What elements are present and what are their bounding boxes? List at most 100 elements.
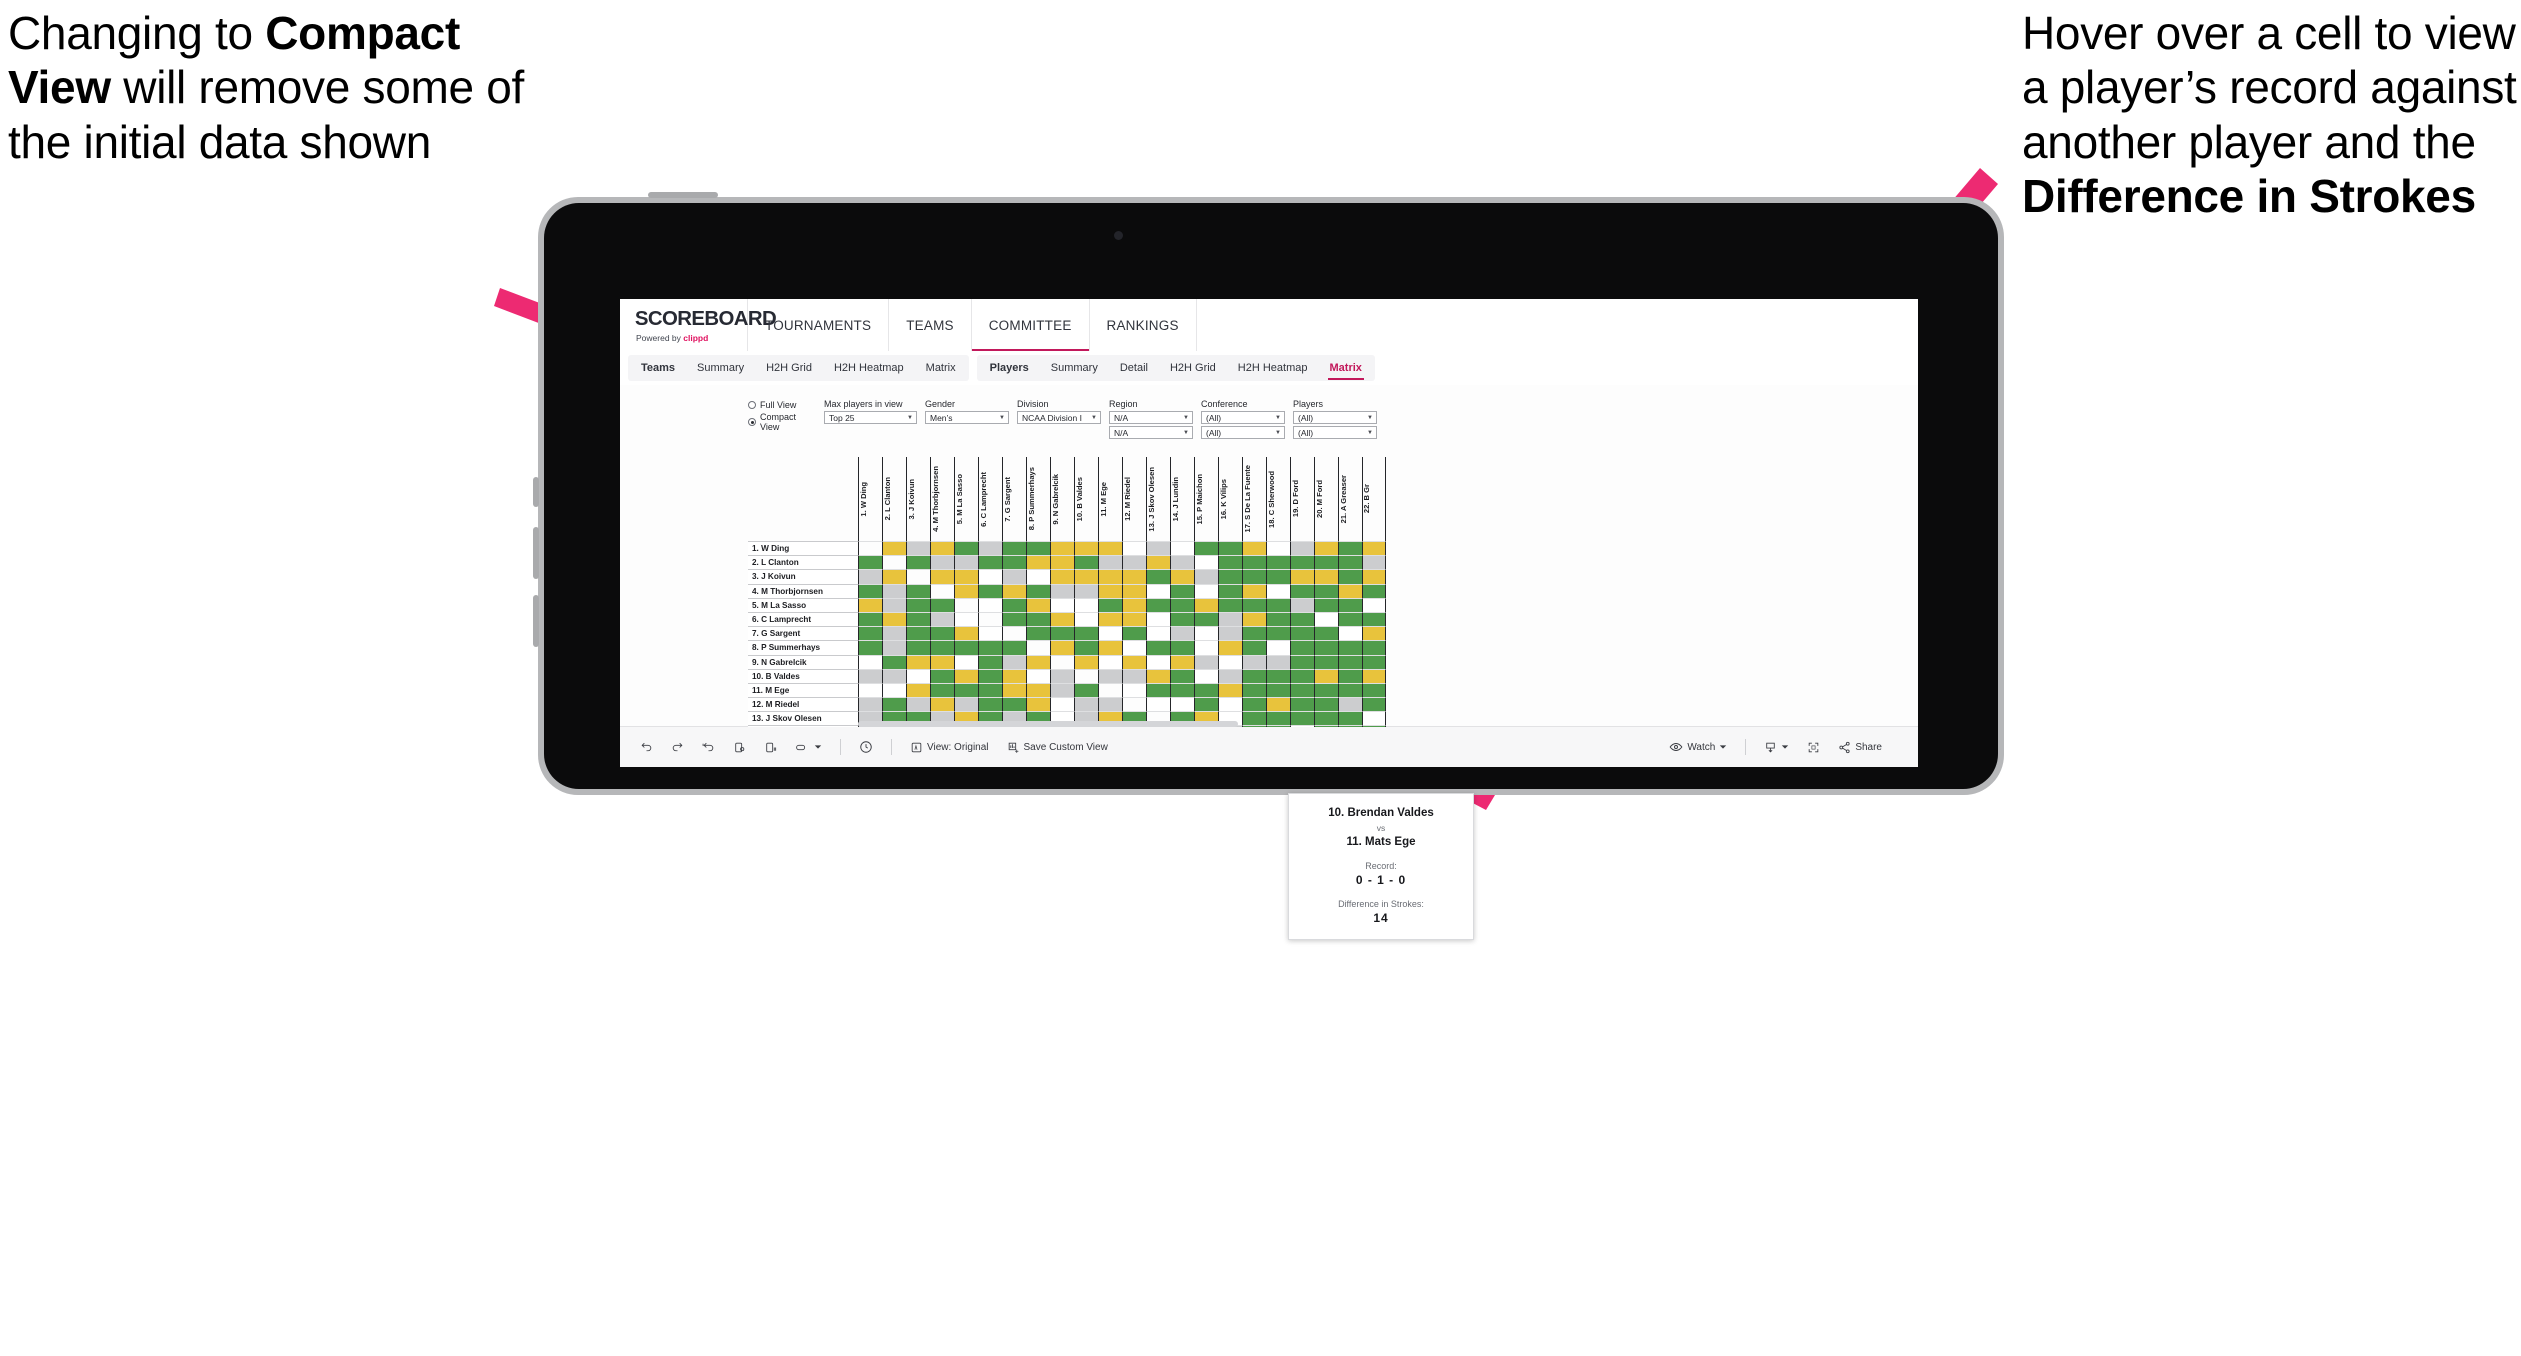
matrix-cell[interactable]	[1266, 555, 1290, 570]
matrix-cell[interactable]	[1314, 711, 1338, 726]
matrix-cell[interactable]	[1242, 711, 1266, 726]
undo-button[interactable]	[640, 741, 653, 754]
filter-select-players-2[interactable]: (All) ▼	[1293, 426, 1377, 439]
subnav-h2h-grid[interactable]: H2H Grid	[755, 355, 823, 381]
matrix-cell[interactable]	[954, 654, 978, 669]
matrix-cell[interactable]	[1218, 697, 1242, 712]
matrix-cell[interactable]	[1338, 583, 1362, 598]
matrix-cell[interactable]	[1146, 555, 1170, 570]
matrix-cell[interactable]	[1314, 682, 1338, 698]
matrix-cell[interactable]	[1362, 654, 1386, 669]
matrix-col-header[interactable]: 15. P Maichon	[1194, 457, 1218, 541]
matrix-cell[interactable]	[1314, 597, 1338, 612]
matrix-cell[interactable]	[978, 626, 1002, 641]
matrix-cell[interactable]	[1362, 640, 1386, 655]
fullscreen-button[interactable]	[1807, 741, 1820, 754]
matrix-col-header[interactable]: 21. A Greaser	[1338, 457, 1362, 541]
matrix-cell[interactable]	[1194, 697, 1218, 712]
matrix-cell[interactable]	[1266, 640, 1290, 655]
matrix-cell[interactable]	[1170, 555, 1194, 570]
matrix-cell[interactable]	[1290, 583, 1314, 598]
matrix-cell[interactable]	[906, 611, 930, 627]
subnav-teams[interactable]: Teams	[630, 355, 686, 381]
matrix-cell[interactable]	[1170, 682, 1194, 698]
matrix-cell[interactable]	[1194, 611, 1218, 627]
matrix-cell[interactable]	[858, 611, 882, 627]
matrix-cell[interactable]	[1146, 668, 1170, 683]
matrix-cell[interactable]	[978, 697, 1002, 712]
matrix-cell[interactable]	[1074, 611, 1098, 627]
matrix-cell[interactable]	[882, 626, 906, 641]
matrix-cell[interactable]	[1314, 668, 1338, 683]
matrix-cell[interactable]	[1266, 597, 1290, 612]
matrix-cell[interactable]	[954, 626, 978, 641]
matrix-cell[interactable]	[1194, 541, 1218, 556]
matrix-row-label[interactable]: 7. G Sargent	[748, 626, 858, 641]
matrix-cell[interactable]	[954, 541, 978, 556]
matrix-cell[interactable]	[1362, 541, 1386, 556]
matrix-cell[interactable]	[1314, 569, 1338, 584]
matrix-cell[interactable]	[1002, 668, 1026, 683]
radio-compact-view[interactable]: Compact View	[748, 412, 816, 432]
matrix-cell[interactable]	[906, 697, 930, 712]
matrix-cell[interactable]	[1026, 668, 1050, 683]
matrix-cell[interactable]	[1338, 555, 1362, 570]
top-nav-tournaments[interactable]: TOURNAMENTS	[748, 299, 890, 351]
matrix-cell[interactable]	[978, 583, 1002, 598]
matrix-row-label[interactable]: 5. M La Sasso	[748, 597, 858, 612]
matrix-cell[interactable]	[1290, 626, 1314, 641]
save-custom-view-button[interactable]: Save Custom View	[1007, 741, 1108, 754]
matrix-cell[interactable]	[1122, 597, 1146, 612]
radio-full-view[interactable]: Full View	[748, 400, 816, 410]
matrix-cell[interactable]	[1242, 611, 1266, 627]
matrix-cell[interactable]	[1026, 541, 1050, 556]
matrix-cell[interactable]	[930, 541, 954, 556]
matrix-cell[interactable]	[978, 682, 1002, 698]
matrix-cell[interactable]	[1074, 583, 1098, 598]
matrix-cell[interactable]	[1170, 654, 1194, 669]
matrix-cell[interactable]	[1290, 569, 1314, 584]
redo-button[interactable]	[671, 741, 684, 754]
matrix-cell[interactable]	[1290, 711, 1314, 726]
matrix-cell[interactable]	[1122, 583, 1146, 598]
subnav-summary[interactable]: Summary	[686, 355, 755, 381]
filter-select-conference[interactable]: (All) ▼	[1201, 411, 1285, 424]
matrix-cell[interactable]	[882, 682, 906, 698]
matrix-cell[interactable]	[1122, 611, 1146, 627]
matrix-cell[interactable]	[1146, 697, 1170, 712]
matrix-cell[interactable]	[1290, 668, 1314, 683]
matrix-col-header[interactable]: 22. B Gr	[1362, 457, 1386, 541]
matrix-cell[interactable]	[1098, 697, 1122, 712]
matrix-cell[interactable]	[1074, 682, 1098, 698]
matrix-cell[interactable]	[1146, 682, 1170, 698]
matrix-cell[interactable]	[1026, 682, 1050, 698]
matrix-cell[interactable]	[1170, 626, 1194, 641]
filter-select-players[interactable]: (All) ▼	[1293, 411, 1377, 424]
matrix-cell[interactable]	[1338, 640, 1362, 655]
matrix-cell[interactable]	[1338, 682, 1362, 698]
matrix-cell[interactable]	[1194, 640, 1218, 655]
matrix-cell[interactable]	[1362, 668, 1386, 683]
matrix-cell[interactable]	[1266, 668, 1290, 683]
matrix-cell[interactable]	[882, 541, 906, 556]
matrix-cell[interactable]	[978, 569, 1002, 584]
subnav-summary[interactable]: Summary	[1040, 355, 1109, 381]
filter-select-gender[interactable]: Men’s ▼	[925, 411, 1009, 424]
matrix-cell[interactable]	[1290, 682, 1314, 698]
matrix-cell[interactable]	[954, 697, 978, 712]
matrix-cell[interactable]	[1218, 626, 1242, 641]
matrix-cell[interactable]	[858, 583, 882, 598]
matrix-cell[interactable]	[1050, 597, 1074, 612]
matrix-row-label[interactable]: 12. M Riedel	[748, 697, 858, 712]
filter-select-max_players[interactable]: Top 25 ▼	[824, 411, 917, 424]
matrix-cell[interactable]	[1290, 555, 1314, 570]
matrix-cell[interactable]	[1218, 640, 1242, 655]
matrix-col-header[interactable]: 1. W Ding	[858, 457, 882, 541]
matrix-cell[interactable]	[858, 654, 882, 669]
matrix-cell[interactable]	[1290, 541, 1314, 556]
matrix-cell[interactable]	[1362, 597, 1386, 612]
matrix-cell[interactable]	[1194, 654, 1218, 669]
matrix-cell[interactable]	[1074, 668, 1098, 683]
top-nav-teams[interactable]: TEAMS	[889, 299, 972, 351]
matrix-cell[interactable]	[1050, 611, 1074, 627]
